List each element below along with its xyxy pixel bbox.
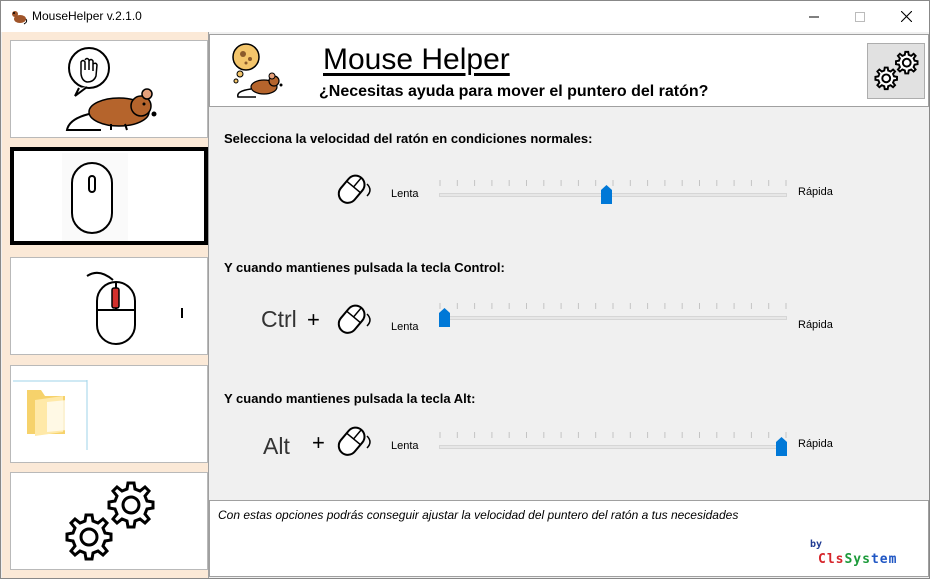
minimize-button[interactable] xyxy=(791,1,837,32)
sidebar-item-settings[interactable] xyxy=(10,472,208,570)
brand-part-1: Cls xyxy=(818,552,845,567)
app-mouse-icon xyxy=(12,11,28,25)
maximize-icon xyxy=(855,11,865,22)
slider-normal-max-label: Rápida xyxy=(798,186,833,198)
header: Mouse Helper ¿Necesitas ayuda para mover… xyxy=(209,34,929,107)
slider-alt-min-label: Lenta xyxy=(391,440,419,452)
slider-control-max-label: Rápida xyxy=(798,319,833,331)
gears-icon xyxy=(874,50,919,91)
page-title: Mouse Helper xyxy=(323,43,510,76)
mouse-motion-icon xyxy=(337,304,371,334)
slider-track xyxy=(439,316,787,320)
settings-button[interactable] xyxy=(867,43,925,99)
mouse-motion-icon xyxy=(337,174,371,204)
speed-slider-alt[interactable] xyxy=(439,432,787,462)
section-label-alt: Y cuando mantienes pulsada la tecla Alt: xyxy=(224,391,476,406)
sidebar xyxy=(2,32,208,578)
sidebar-item-files[interactable] xyxy=(10,365,208,463)
brand-logo: ClsSystem xyxy=(818,552,897,567)
slider-alt-max-label: Rápida xyxy=(798,438,833,450)
plus-sign: + xyxy=(307,307,320,332)
main-panel: Mouse Helper ¿Necesitas ayuda para mover… xyxy=(208,32,929,578)
footer: Con estas opciones podrás conseguir ajus… xyxy=(209,500,929,577)
slider-thumb[interactable] xyxy=(439,308,450,327)
mouse-scroll-wheel-icon xyxy=(86,271,183,345)
close-button[interactable] xyxy=(883,1,929,32)
sidebar-item-scroll[interactable] xyxy=(10,257,208,355)
app-window: MouseHelper v.2.1.0 Mouse Helper ¿Necesi… xyxy=(0,0,930,579)
speed-slider-normal[interactable] xyxy=(439,180,787,210)
maximize-button[interactable] xyxy=(837,1,883,32)
slider-track xyxy=(439,445,787,449)
plus-sign: + xyxy=(312,430,325,455)
slider-thumb[interactable] xyxy=(776,437,787,456)
window-title: MouseHelper v.2.1.0 xyxy=(32,9,142,23)
footer-description: Con estas opciones podrás conseguir ajus… xyxy=(218,508,739,522)
close-icon xyxy=(900,11,912,22)
brand-part-2: Sys xyxy=(844,552,871,567)
slider-ticks xyxy=(439,303,787,309)
slider-thumb[interactable] xyxy=(601,185,612,204)
alt-key-label: Alt xyxy=(263,433,290,459)
mouse-with-hand-bubble-icon xyxy=(65,47,157,131)
mouse-thinking-logo-icon xyxy=(232,43,283,98)
slider-control-min-label: Lenta xyxy=(391,321,419,333)
mouse-motion-icon xyxy=(337,426,371,456)
slider-ticks xyxy=(439,180,787,186)
section-label-normal: Selecciona la velocidad del ratón en con… xyxy=(224,131,593,146)
ctrl-key-label: Ctrl xyxy=(261,306,297,332)
title-bar: MouseHelper v.2.1.0 xyxy=(1,1,929,32)
sidebar-item-help[interactable] xyxy=(10,40,208,138)
slider-track xyxy=(439,193,787,197)
speed-slider-control[interactable] xyxy=(439,303,787,333)
brand-part-3: tem xyxy=(870,552,898,567)
gears-icon xyxy=(65,481,155,561)
section-label-control: Y cuando mantienes pulsada la tecla Cont… xyxy=(224,260,505,275)
slider-normal-min-label: Lenta xyxy=(391,188,419,200)
folder-icon xyxy=(13,380,88,450)
brand-by: by xyxy=(810,539,823,550)
sidebar-item-speed[interactable] xyxy=(10,147,208,245)
minimize-icon xyxy=(809,16,819,17)
page-subtitle: ¿Necesitas ayuda para mover el puntero d… xyxy=(319,83,709,100)
slider-ticks xyxy=(439,432,787,438)
computer-mouse-icon xyxy=(62,153,128,241)
